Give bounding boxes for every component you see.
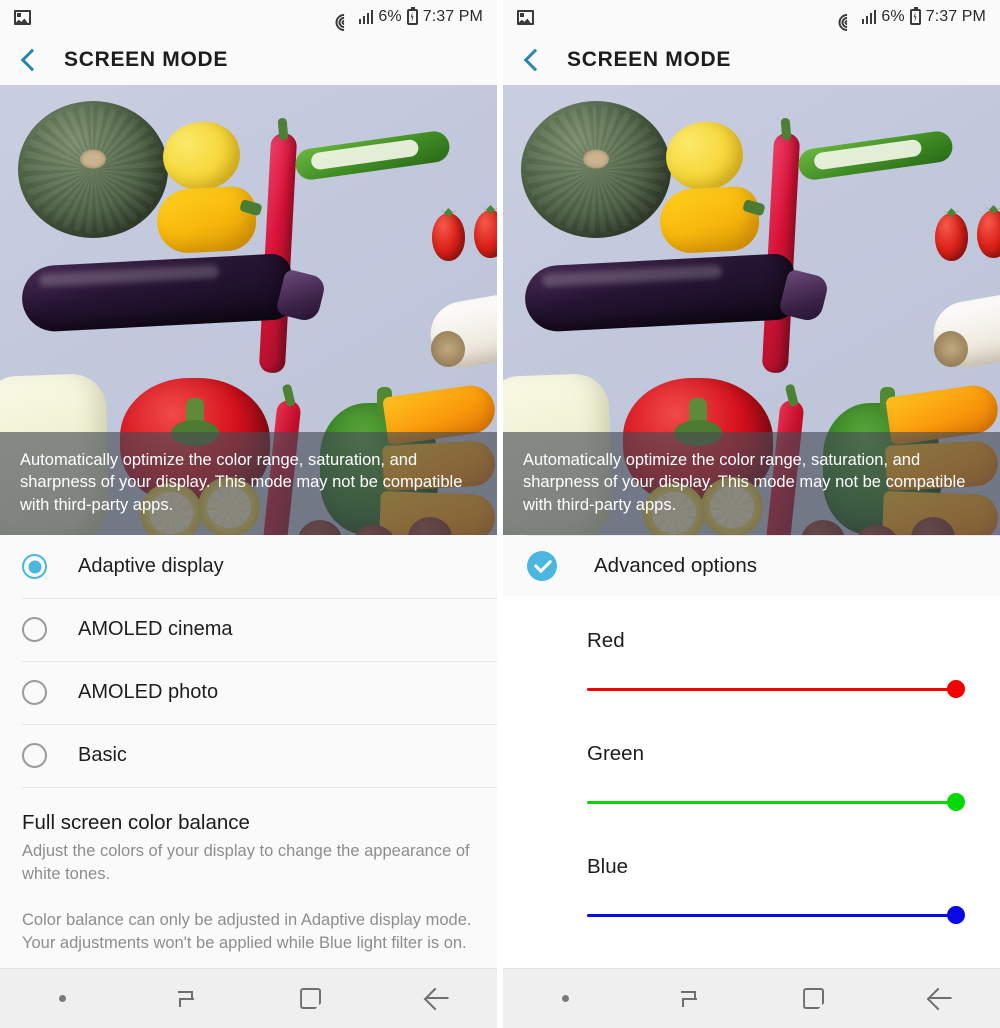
back-arrow-icon xyxy=(926,987,950,1010)
check-circle-icon[interactable] xyxy=(527,550,557,581)
status-bar-left: 6% 7:37 PM xyxy=(0,0,497,35)
option-label: AMOLED cinema xyxy=(78,618,233,640)
cherry-tomato xyxy=(977,210,1000,258)
nav-recents-button[interactable] xyxy=(124,989,248,1009)
battery-percent-label: 6% xyxy=(881,8,905,25)
yellow-pepper xyxy=(658,185,761,255)
screen-mode-preview-image-right: Automatically optimize the color range, … xyxy=(503,85,1000,535)
slider-thumb-blue[interactable] xyxy=(947,906,965,924)
nav-home-button[interactable] xyxy=(249,988,373,1009)
left-screen: 6% 7:37 PM SCREEN MODE Automatically opt… xyxy=(0,0,497,1028)
color-balance-title: Full screen color balance xyxy=(22,811,250,834)
nav-home-button[interactable] xyxy=(752,988,876,1009)
status-bar-right: 6% 7:37 PM xyxy=(503,0,1000,35)
nav-back-button[interactable] xyxy=(876,987,1000,1010)
image-icon xyxy=(14,9,31,25)
nav-dot-indicator xyxy=(503,995,627,1002)
slider-label-red: Red xyxy=(587,629,625,652)
cherry-tomato xyxy=(432,213,465,261)
option-row-adaptive-display[interactable]: Adaptive display xyxy=(0,535,497,598)
navigation-bar-right xyxy=(503,968,1000,1028)
radio-button-amoled-cinema[interactable] xyxy=(22,617,47,642)
slider-track-red xyxy=(587,688,956,691)
slider-label-blue: Blue xyxy=(587,855,629,878)
recents-icon xyxy=(678,989,700,1009)
advanced-options-row[interactable]: Advanced options xyxy=(503,535,1000,596)
radio-button-basic[interactable] xyxy=(22,743,47,768)
kabocha-squash xyxy=(18,101,168,238)
page-title: SCREEN MODE xyxy=(567,47,732,71)
home-icon xyxy=(803,988,825,1009)
slider-blue[interactable] xyxy=(587,906,965,924)
battery-percent-label: 6% xyxy=(378,8,402,25)
slider-group-red: Red xyxy=(503,629,1000,698)
app-bar-right: SCREEN MODE xyxy=(503,34,1000,85)
recents-icon xyxy=(175,989,197,1009)
slider-thumb-red[interactable] xyxy=(947,680,965,698)
cherry-tomato xyxy=(474,210,497,258)
signal-bars-icon xyxy=(358,10,374,24)
color-balance-description: Adjust the colors of your display to cha… xyxy=(22,842,470,884)
color-balance-note: Color balance can only be adjusted in Ad… xyxy=(22,910,472,953)
dual-screenshot-container: 6% 7:37 PM SCREEN MODE Automatically opt… xyxy=(0,0,1000,1028)
nav-dot-indicator xyxy=(0,995,124,1002)
status-bar-system: 6% 7:37 PM xyxy=(332,7,483,35)
right-screen: 6% 7:37 PM SCREEN MODE Automatically opt… xyxy=(503,0,1000,1028)
slider-label-green: Green xyxy=(587,742,644,765)
battery-charging-icon xyxy=(909,7,921,25)
slider-track-green xyxy=(587,801,956,804)
option-label: Adaptive display xyxy=(78,555,224,577)
app-bar-left: SCREEN MODE xyxy=(0,34,497,85)
slider-red[interactable] xyxy=(587,680,965,698)
radio-button-amoled-photo[interactable] xyxy=(22,680,47,705)
option-row-basic[interactable]: Basic xyxy=(0,724,497,787)
radio-button-adaptive-display[interactable] xyxy=(22,554,47,579)
option-row-amoled-cinema[interactable]: AMOLED cinema xyxy=(0,598,497,661)
dot-indicator-icon xyxy=(58,995,66,1002)
navigation-bar-left xyxy=(0,968,497,1028)
signal-bars-icon xyxy=(861,10,877,24)
slider-track-blue xyxy=(587,914,956,917)
wifi-icon xyxy=(835,9,860,35)
nav-recents-button[interactable] xyxy=(627,989,751,1009)
slider-group-green: Green xyxy=(503,742,1000,811)
eggplant xyxy=(20,252,294,334)
slider-group-blue: Blue xyxy=(503,855,1000,924)
cherry-tomato xyxy=(935,213,968,261)
slider-thumb-green[interactable] xyxy=(947,793,965,811)
option-row-amoled-photo[interactable]: AMOLED photo xyxy=(0,661,497,724)
king-oyster-mushroom xyxy=(425,273,497,377)
status-bar-system: 6% 7:37 PM xyxy=(835,7,986,35)
screen-mode-option-list: Adaptive display AMOLED cinema AMOLED ph… xyxy=(0,535,497,968)
preview-caption: Automatically optimize the color range, … xyxy=(503,431,1000,535)
status-bar-notifications xyxy=(517,9,534,25)
status-bar-notifications xyxy=(14,9,31,25)
advanced-options-label: Advanced options xyxy=(594,553,757,577)
dot-indicator-icon xyxy=(561,995,569,1002)
slider-green[interactable] xyxy=(587,793,965,811)
home-icon xyxy=(300,988,322,1009)
nav-back-button[interactable] xyxy=(373,987,497,1010)
screen-mode-preview-image-left: Automatically optimize the color range, … xyxy=(0,85,497,535)
back-arrow-icon xyxy=(423,987,447,1010)
back-chevron-icon[interactable] xyxy=(523,48,547,71)
battery-charging-icon xyxy=(406,7,418,25)
back-chevron-icon[interactable] xyxy=(20,48,44,71)
yellow-pepper xyxy=(155,185,258,255)
full-screen-color-balance-section: Full screen color balance Adjust the col… xyxy=(0,787,497,956)
kabocha-squash xyxy=(521,101,671,238)
image-icon xyxy=(517,9,534,25)
clock-label: 7:37 PM xyxy=(925,8,986,25)
clock-label: 7:37 PM xyxy=(422,8,483,25)
page-title: SCREEN MODE xyxy=(64,47,229,71)
preview-caption: Automatically optimize the color range, … xyxy=(0,431,497,535)
option-label: AMOLED photo xyxy=(78,681,219,703)
eggplant xyxy=(523,252,797,334)
king-oyster-mushroom xyxy=(928,273,1000,377)
option-label: Basic xyxy=(78,744,127,766)
color-sliders-section: Red Green Blue xyxy=(503,596,1000,968)
wifi-icon xyxy=(332,9,357,35)
